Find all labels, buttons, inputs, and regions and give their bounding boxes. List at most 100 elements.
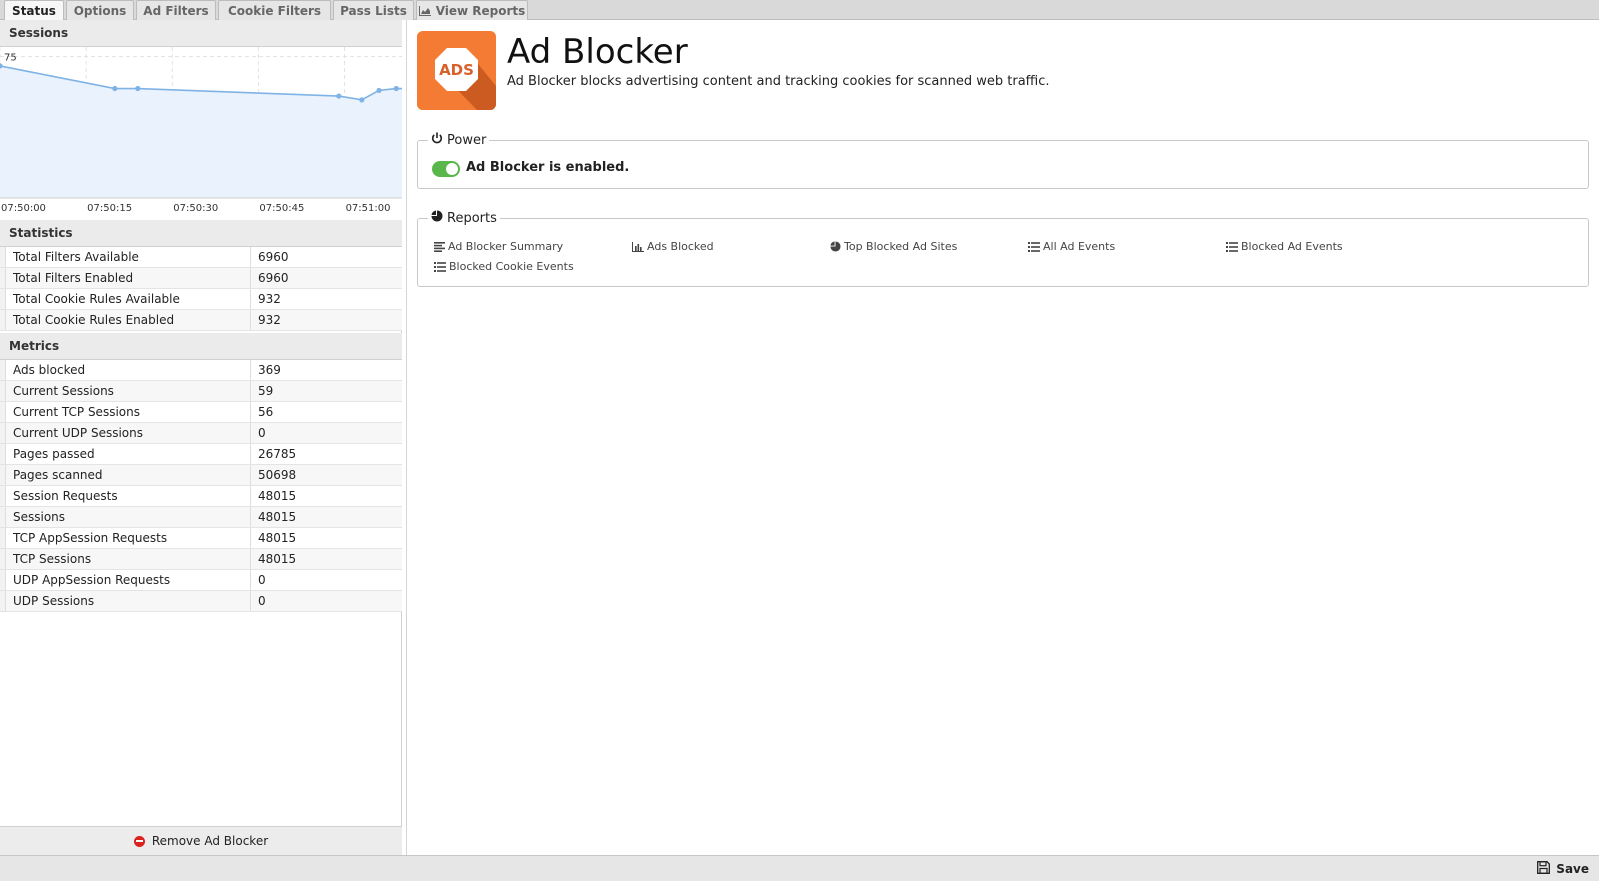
sessions-chart-svg: 25507507:50:0007:50:1507:50:3007:50:4507… [0,47,402,214]
metrics-key: TCP Sessions [6,549,251,569]
data-point [376,87,382,94]
status-right-panel: ADS Ad Blocker Ad Blocker blocks adverti… [406,20,1599,855]
tab-label: Pass Lists [340,3,407,18]
statistics-table: Total Filters Available 6960 Total Filters… [0,247,402,331]
tab-status[interactable]: Status [4,0,64,20]
report-link-ad-blocker-summary[interactable]: Ad Blocker Summary [434,240,563,253]
metrics-value: 0 [258,426,266,440]
tab-label: Ad Filters [143,3,209,18]
statistics-row: Total Cookie Rules Available 932 [0,289,402,310]
metrics-row: UDP Sessions 0 [0,591,402,612]
save-button[interactable]: Save [1537,860,1589,878]
metrics-key: Session Requests [6,486,251,506]
metrics-row: Sessions 48015 [0,507,402,528]
list-icon [434,261,446,272]
metrics-row: TCP AppSession Requests 48015 [0,528,402,549]
report-link-label: Ad Blocker Summary [448,240,564,253]
reports-legend-label: Reports [447,210,497,226]
metrics-row: TCP Sessions 48015 [0,549,402,570]
tab-view-reports[interactable]: View Reports [416,0,528,20]
statistics-value: 932 [258,313,281,327]
data-point [112,85,118,92]
report-link-all-ad-events[interactable]: All Ad Events [1028,240,1115,253]
list-icon [1028,241,1040,252]
remove-app-button[interactable]: Remove Ad Blocker [0,826,402,855]
metrics-key: UDP AppSession Requests [6,570,251,590]
report-link-blocked-cookie-events[interactable]: Blocked Cookie Events [434,260,574,273]
report-link-label: All Ad Events [1043,240,1116,253]
reports-legend: Reports [428,210,500,226]
metrics-header: Metrics [0,333,402,360]
metrics-row: Pages passed 26785 [0,444,402,465]
logo-text: ADS [439,61,474,79]
pie-chart-icon [830,241,841,252]
app-title: Ad Blocker [507,32,688,72]
tab-cookie-filters[interactable]: Cookie Filters [218,0,331,20]
metrics-row: Current TCP Sessions 56 [0,402,402,423]
power-box: Power Ad Blocker is enabled. [417,132,1589,189]
metrics-key: Ads blocked [6,360,251,380]
tab-options[interactable]: Options [66,0,134,20]
x-tick-label: 07:50:15 [87,203,132,214]
metrics-value: 0 [258,594,266,608]
metrics-row: Pages scanned 50698 [0,465,402,486]
power-icon [431,132,443,148]
metrics-key: TCP AppSession Requests [6,528,251,548]
metrics-row: Ads blocked 369 [0,360,402,381]
metrics-value: 369 [258,363,281,377]
metrics-value: 26785 [258,447,297,461]
bottom-toolbar: Save [0,855,1599,881]
statistics-row: Total Filters Available 6960 [0,247,402,268]
tab-label: Status [12,3,56,18]
metrics-value: 48015 [258,552,297,566]
x-tick-label: 07:50:30 [173,203,218,214]
minus-circle-icon [133,835,145,847]
metrics-key: UDP Sessions [6,591,251,611]
statistics-row: Total Cookie Rules Enabled 932 [0,310,402,331]
y-tick-label: 75 [4,52,17,63]
bar-chart-icon [632,241,644,252]
data-point [135,85,141,92]
power-toggle[interactable] [432,161,460,177]
statistics-key: Total Cookie Rules Enabled [6,310,251,330]
tab-ad-filters[interactable]: Ad Filters [136,0,216,20]
power-status-text: Ad Blocker is enabled. [466,160,630,175]
align-left-icon [434,241,445,252]
report-link-ads-blocked[interactable]: Ads Blocked [632,240,714,253]
power-legend: Power [428,132,490,148]
report-link-top-blocked-ad-sites[interactable]: Top Blocked Ad Sites [830,240,957,253]
metrics-row: Current Sessions 59 [0,381,402,402]
sessions-header: Sessions [0,20,402,47]
data-point [359,97,365,103]
tab-pass-lists[interactable]: Pass Lists [333,0,414,20]
ad-blocker-logo: ADS [417,31,496,110]
metrics-key: Pages scanned [6,465,251,485]
metrics-value: 59 [258,384,274,398]
status-left-panel: Sessions 25507507:50:0007:50:1507:50:300… [0,20,402,855]
sessions-chart: 25507507:50:0007:50:1507:50:3007:50:4507… [0,47,402,220]
pie-chart-icon [431,210,443,226]
statistics-key: Total Filters Available [6,247,251,267]
metrics-value: 48015 [258,489,297,503]
report-link-label: Ads Blocked [647,240,714,253]
report-link-label: Top Blocked Ad Sites [844,240,958,253]
x-tick-label: 07:50:00 [1,203,46,214]
save-label: Save [1556,862,1589,876]
statistics-header: Statistics [0,220,402,247]
metrics-key: Current Sessions [6,381,251,401]
x-tick-label: 07:51:00 [346,203,391,214]
floppy-disk-icon [1537,861,1551,877]
data-point [393,85,399,92]
statistics-row: Total Filters Enabled 6960 [0,268,402,289]
metrics-key: Pages passed [6,444,251,464]
report-link-blocked-ad-events[interactable]: Blocked Ad Events [1226,240,1343,253]
statistics-value: 6960 [258,271,289,285]
metrics-row: Session Requests 48015 [0,486,402,507]
statistics-value: 932 [258,292,281,306]
tab-label: Options [73,3,127,18]
metrics-value: 0 [258,573,266,587]
area-chart-icon [418,5,431,16]
statistics-key: Total Cookie Rules Available [6,289,251,309]
list-icon [1226,241,1238,252]
x-tick-label: 07:50:45 [259,203,304,214]
